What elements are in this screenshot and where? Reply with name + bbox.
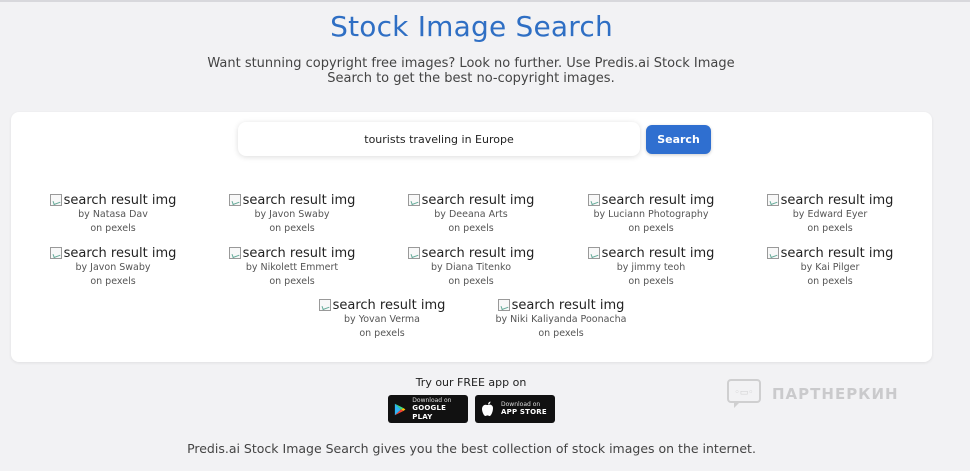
broken-image-icon [407, 247, 420, 259]
result-source[interactable]: on pexels [307, 327, 457, 341]
result-image-alt: search result img [421, 192, 535, 208]
result-image-alt: search result img [63, 192, 177, 208]
broken-image-icon [49, 194, 62, 206]
broken-image-icon [49, 247, 62, 259]
result-image-alt: search result img [242, 245, 356, 261]
google-play-label: Download on GOOGLE PLAY [412, 396, 452, 421]
result-image-alt: search result img [601, 245, 715, 261]
result-image-alt: search result img [332, 297, 446, 313]
result-source[interactable]: on pexels [396, 275, 546, 289]
result-source[interactable]: on pexels [38, 275, 188, 289]
app-store-label: Download on APP STORE [501, 401, 547, 416]
result-author: by Yovan Verma [344, 314, 420, 325]
result-item[interactable]: search result img by Javon Swaby on pexe… [217, 192, 367, 236]
result-image[interactable]: search result img [217, 245, 367, 261]
result-author: by Luciann Photography [593, 209, 709, 220]
top-border [0, 0, 970, 2]
google-play-button[interactable]: Download on GOOGLE PLAY [388, 395, 468, 423]
broken-image-icon [587, 247, 600, 259]
result-author: by Diana Titenko [430, 262, 512, 273]
result-author: by Javon Swaby [75, 262, 151, 273]
result-image-alt: search result img [63, 245, 177, 261]
page-subtitle: Want stunning copyright free images? Loo… [206, 56, 736, 86]
watermark-text: ПАРТНЕРКИН [772, 385, 899, 403]
broken-image-icon [318, 299, 331, 311]
result-author: by Natasa Dav [78, 209, 148, 220]
result-source[interactable]: on pexels [217, 275, 367, 289]
result-item[interactable]: search result img by Nikolett Emmert on … [217, 245, 367, 289]
broken-image-icon [766, 247, 779, 259]
result-item[interactable]: search result img by Edward Eyer on pexe… [755, 192, 905, 236]
result-image-alt: search result img [601, 192, 715, 208]
result-image[interactable]: search result img [486, 297, 636, 313]
result-author: by Javon Swaby [254, 209, 330, 220]
result-image-alt: search result img [780, 245, 894, 261]
svg-text:◦▭◦: ◦▭◦ [734, 388, 753, 398]
broken-image-icon [407, 194, 420, 206]
result-item[interactable]: search result img by Diana Titenko on pe… [396, 245, 546, 289]
result-author: by Kai Pilger [800, 262, 860, 273]
search-box[interactable] [238, 122, 640, 156]
result-item[interactable]: search result img by jimmy teoh on pexel… [576, 245, 726, 289]
search-input[interactable] [238, 132, 640, 146]
google-play-icon [394, 403, 406, 415]
result-author: by Deeana Arts [434, 209, 508, 220]
watermark: ◦▭◦ ПАРТНЕРКИН [726, 378, 899, 410]
broken-image-icon [228, 247, 241, 259]
result-author: by Nikolett Emmert [245, 262, 339, 273]
result-source[interactable]: on pexels [755, 222, 905, 236]
broken-image-icon [497, 299, 510, 311]
result-source[interactable]: on pexels [486, 327, 636, 341]
result-image-alt: search result img [421, 245, 535, 261]
result-item[interactable]: search result img by Kai Pilger on pexel… [755, 245, 905, 289]
result-item[interactable]: search result img by Javon Swaby on pexe… [38, 245, 188, 289]
apple-icon [482, 401, 493, 416]
result-image[interactable]: search result img [755, 245, 905, 261]
result-author: by jimmy teoh [616, 262, 686, 273]
result-image-alt: search result img [242, 192, 356, 208]
result-image[interactable]: search result img [217, 192, 367, 208]
result-image[interactable]: search result img [396, 245, 546, 261]
result-item[interactable]: search result img by Deeana Arts on pexe… [396, 192, 546, 236]
result-image[interactable]: search result img [38, 245, 188, 261]
result-source[interactable]: on pexels [396, 222, 546, 236]
result-item[interactable]: search result img by Luciann Photography… [576, 192, 726, 236]
result-item[interactable]: search result img by Natasa Dav on pexel… [38, 192, 188, 236]
subtitle-line-2: Search to get the best no-copyright imag… [327, 71, 615, 86]
app-promo-title: Try our FREE app on [415, 376, 527, 389]
broken-image-icon [766, 194, 779, 206]
result-source[interactable]: on pexels [755, 275, 905, 289]
result-image[interactable]: search result img [396, 192, 546, 208]
result-item[interactable]: search result img by Yovan Verma on pexe… [307, 297, 457, 341]
result-image[interactable]: search result img [307, 297, 457, 313]
page-title: Stock Image Search [330, 10, 613, 43]
app-store-button[interactable]: Download on APP STORE [475, 395, 555, 423]
result-author: by Niki Kaliyanda Poonacha [495, 314, 627, 325]
result-source[interactable]: on pexels [576, 275, 726, 289]
chat-bubble-icon: ◦▭◦ [727, 379, 761, 408]
result-image-alt: search result img [780, 192, 894, 208]
search-button[interactable]: Search [646, 125, 711, 154]
result-image[interactable]: search result img [755, 192, 905, 208]
result-source[interactable]: on pexels [217, 222, 367, 236]
result-author: by Edward Eyer [792, 209, 868, 220]
result-image[interactable]: search result img [576, 192, 726, 208]
result-item[interactable]: search result img by Niki Kaliyanda Poon… [486, 297, 636, 341]
broken-image-icon [228, 194, 241, 206]
result-image[interactable]: search result img [38, 192, 188, 208]
footer-text: Predis.ai Stock Image Search gives you t… [187, 441, 756, 456]
result-source[interactable]: on pexels [38, 222, 188, 236]
subtitle-line-1: Want stunning copyright free images? Loo… [207, 56, 735, 71]
result-image[interactable]: search result img [576, 245, 726, 261]
result-source[interactable]: on pexels [576, 222, 726, 236]
broken-image-icon [587, 194, 600, 206]
result-image-alt: search result img [511, 297, 625, 313]
